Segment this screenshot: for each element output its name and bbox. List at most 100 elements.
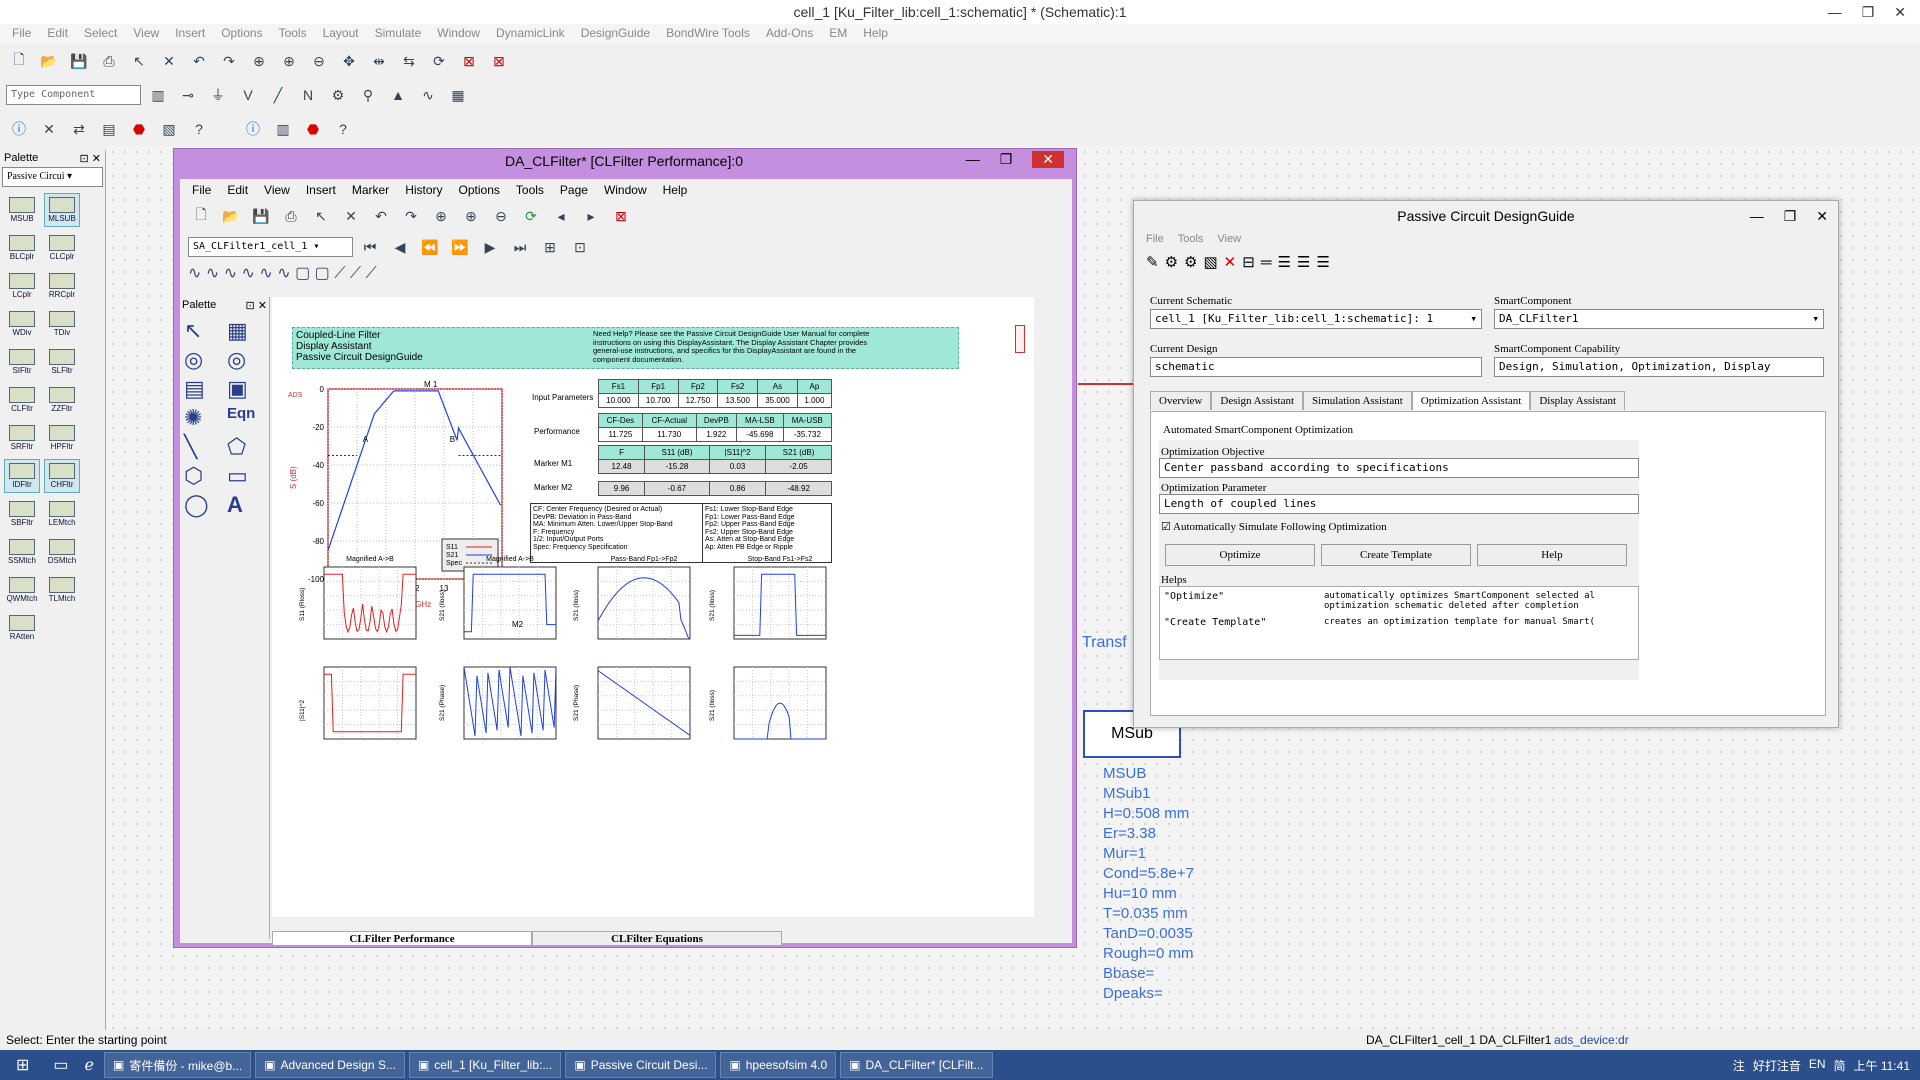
- taskbar-item[interactable]: ▣ DA_CLFilter* [CLFilt...: [840, 1052, 993, 1078]
- palette-item-ratten[interactable]: RAtten: [4, 611, 40, 645]
- palette-item-srfltr[interactable]: SRFltr: [4, 421, 40, 455]
- small-plot[interactable]: S21 (Phase): [573, 666, 691, 740]
- menu-options[interactable]: Options: [213, 24, 270, 44]
- table-icon[interactable]: ▣: [227, 376, 267, 402]
- da-menu-marker[interactable]: Marker: [344, 183, 397, 197]
- menu-dynamiclink[interactable]: DynamicLink: [488, 24, 573, 44]
- dg-tool-icon[interactable]: ✎: [1146, 253, 1159, 271]
- da-menu-options[interactable]: Options: [451, 183, 508, 197]
- palette-item-sifltr[interactable]: SIFltr: [4, 345, 40, 379]
- mirror-icon[interactable]: ⇆: [396, 48, 422, 74]
- palette-item-msub[interactable]: MSUB: [4, 193, 40, 227]
- da-redo-icon[interactable]: ↷: [398, 203, 424, 229]
- dg-minimize-icon[interactable]: —: [1750, 201, 1764, 231]
- help-icon[interactable]: ?: [186, 116, 212, 142]
- text-icon[interactable]: A: [227, 492, 267, 518]
- optimize-icon[interactable]: ▲: [385, 82, 411, 108]
- palette-item-slfltr[interactable]: SLFltr: [44, 345, 80, 379]
- start-icon[interactable]: ⊞: [0, 1055, 45, 1075]
- palette-item-hpfltr[interactable]: HPFltr: [44, 421, 80, 455]
- dg-menu-view[interactable]: View: [1217, 233, 1241, 245]
- da-zoom-in-icon[interactable]: ⊕: [458, 203, 484, 229]
- small-plots[interactable]: Magnified A->B S11 (Rloss) Magnified A->B S…: [272, 545, 1034, 917]
- palette-item-mlsub[interactable]: MLSUB: [44, 193, 80, 227]
- eqn-icon[interactable]: Eqn: [227, 405, 267, 431]
- palette-item-chfltr[interactable]: CHFltr: [44, 459, 80, 493]
- smartcomponent-select[interactable]: DA_CLFilter1 ▾: [1494, 309, 1824, 329]
- menu-insert[interactable]: Insert: [167, 24, 213, 44]
- da-menu-page[interactable]: Page: [552, 183, 596, 197]
- current-schematic-select[interactable]: cell_1 [Ku_Filter_lib:cell_1:schematic]:…: [1150, 309, 1482, 329]
- menu-window[interactable]: Window: [429, 24, 488, 44]
- menu-designguide[interactable]: DesignGuide: [573, 24, 658, 44]
- var-icon[interactable]: V: [235, 82, 261, 108]
- capability-field[interactable]: Design, Simulation, Optimization, Displa…: [1494, 357, 1824, 377]
- pointer-icon[interactable]: ↖: [184, 318, 224, 344]
- zoom-in-icon[interactable]: ⊕: [276, 48, 302, 74]
- small-plot[interactable]: Magnified A->B S11 (Rloss): [299, 556, 417, 640]
- menu-tools[interactable]: Tools: [271, 24, 315, 44]
- tab-clfilter-performance[interactable]: CLFilter Performance: [272, 931, 532, 945]
- dg-menu-tools[interactable]: Tools: [1178, 233, 1204, 245]
- first-icon[interactable]: ⏮: [357, 234, 383, 260]
- da-print-icon[interactable]: ⎙: [278, 203, 304, 229]
- help-icon-2[interactable]: ?: [330, 116, 356, 142]
- explorer-icon[interactable]: ▭: [45, 1055, 76, 1075]
- line-icon[interactable]: ╲: [184, 434, 224, 460]
- help-entry[interactable]: "Optimize" automatically optimizes SmartC…: [1164, 591, 1634, 611]
- deactivate-icon[interactable]: ⊠: [456, 48, 482, 74]
- menu-addons[interactable]: Add-Ons: [758, 24, 821, 44]
- select-icon[interactable]: ↖: [126, 48, 152, 74]
- dg-line4-icon[interactable]: ☰: [1316, 253, 1329, 271]
- help-button[interactable]: Help: [1477, 544, 1627, 566]
- ground-icon[interactable]: ⏚: [205, 82, 231, 108]
- da-palette-close-icon[interactable]: ⊡ ✕: [246, 299, 268, 312]
- polygon-icon[interactable]: ⬠: [227, 434, 267, 460]
- palette-item-tdiv[interactable]: TDiv: [44, 307, 80, 341]
- da-prev-page-icon[interactable]: ◂: [548, 203, 574, 229]
- flow-icon[interactable]: ⇄: [66, 116, 92, 142]
- da-vscroll[interactable]: [1036, 297, 1050, 917]
- taskbar-item[interactable]: ▣ Advanced Design S...: [255, 1052, 405, 1078]
- palette-item-wdiv[interactable]: WDiv: [4, 307, 40, 341]
- print-icon[interactable]: ⎙: [96, 48, 122, 74]
- menu-select[interactable]: Select: [76, 24, 125, 44]
- menu-view[interactable]: View: [125, 24, 167, 44]
- tune-icon[interactable]: ⚲: [355, 82, 381, 108]
- create-template-button[interactable]: Create Template: [1321, 544, 1471, 566]
- align-icon[interactable]: ⇹: [366, 48, 392, 74]
- small-plot[interactable]: S21 (Iloss): [709, 666, 827, 740]
- da-delete-icon[interactable]: ✕: [338, 203, 364, 229]
- dg-tab-simulation-assistant[interactable]: Simulation Assistant: [1303, 391, 1412, 410]
- palette-item-blcplr[interactable]: BLCplr: [4, 231, 40, 265]
- da-stop-icon[interactable]: ⊠: [608, 203, 634, 229]
- small-plot[interactable]: S21 (Phase): [439, 666, 557, 740]
- last-icon[interactable]: ⏭: [507, 234, 533, 260]
- smith-icon[interactable]: ◎: [227, 347, 267, 373]
- data-icon[interactable]: ▦: [445, 82, 471, 108]
- tray-item[interactable]: EN: [1809, 1057, 1826, 1074]
- menu-help[interactable]: Help: [855, 24, 896, 44]
- back-icon[interactable]: ◀: [387, 234, 413, 260]
- polyline-icon[interactable]: ⬡: [184, 463, 224, 489]
- da-menu-tools[interactable]: Tools: [508, 183, 552, 197]
- tab-clfilter-equations[interactable]: CLFilter Equations: [532, 931, 782, 945]
- palette-item-sbfltr[interactable]: SBFltr: [4, 497, 40, 531]
- da-menu-edit[interactable]: Edit: [219, 183, 256, 197]
- small-plot[interactable]: Stop-Band Fs1->Fs2 S21 (Iloss): [709, 556, 827, 640]
- minimize-icon[interactable]: —: [1828, 0, 1842, 24]
- taskbar-item[interactable]: ▣ Passive Circuit Desi...: [565, 1052, 717, 1078]
- delete-icon[interactable]: ✕: [156, 48, 182, 74]
- dg-line1-icon[interactable]: ═: [1261, 254, 1272, 271]
- undo-icon[interactable]: ↶: [186, 48, 212, 74]
- polar-icon[interactable]: ◎: [184, 347, 224, 373]
- dg-line2-icon[interactable]: ☰: [1277, 253, 1290, 271]
- zoom-icon[interactable]: ⊕: [246, 48, 272, 74]
- chart-icon[interactable]: ▧: [156, 116, 182, 142]
- palette-item-clcplr[interactable]: CLCplr: [44, 231, 80, 265]
- menu-bondwiretools[interactable]: BondWire Tools: [658, 24, 758, 44]
- pan-icon[interactable]: ✥: [336, 48, 362, 74]
- dg-menu-file[interactable]: File: [1146, 233, 1164, 245]
- short-icon[interactable]: ⊠: [486, 48, 512, 74]
- da-next-page-icon[interactable]: ▸: [578, 203, 604, 229]
